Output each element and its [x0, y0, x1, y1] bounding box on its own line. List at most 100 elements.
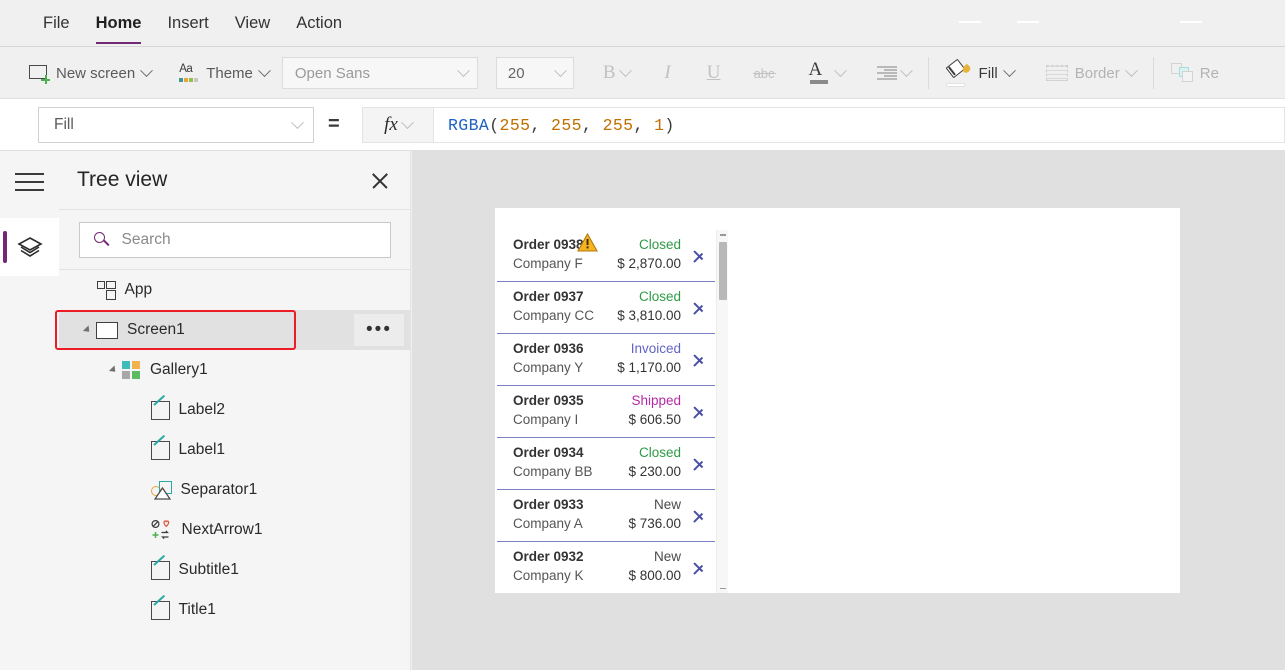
fx-button[interactable]: fx	[362, 107, 434, 143]
tree-item-screen1[interactable]: Screen1 •••	[55, 310, 410, 350]
tree-item-label2[interactable]: Label2	[59, 390, 410, 430]
window-minimize-mark[interactable]	[959, 21, 981, 23]
rail-tab-tree-view[interactable]	[0, 218, 59, 276]
bold-button[interactable]: B	[596, 56, 637, 90]
status-badge: Closed	[638, 445, 681, 460]
gallery-row-left: Order 0932 Company K	[513, 547, 584, 585]
fill-label: Fill	[978, 64, 998, 82]
order-title: Order 0932	[513, 549, 584, 564]
scroll-up-arrow-icon[interactable]	[720, 234, 726, 236]
border-label: Border	[1074, 64, 1120, 82]
tree-item-subtitle1[interactable]: Subtitle1	[59, 550, 410, 590]
reorder-label: Re	[1199, 64, 1219, 82]
next-arrow-icon[interactable]	[694, 246, 707, 266]
gallery-row[interactable]: Order 0937 Company CC Closed $ 3,810.00	[497, 282, 715, 334]
order-amount: $ 2,870.00	[617, 256, 681, 271]
order-title: Order 0938	[513, 237, 584, 252]
app-screen-canvas[interactable]: Order 0938 Company F Closed $ 2,870.00 Order…	[495, 208, 1180, 593]
next-arrow-icon[interactable]	[694, 558, 707, 578]
tree-item-app[interactable]: App	[59, 270, 410, 310]
label-icon	[150, 394, 170, 420]
formula-function-name: RGBA	[448, 115, 490, 135]
new-screen-button[interactable]: New screen	[22, 56, 158, 90]
menu-item-view[interactable]: View	[222, 0, 283, 47]
nextarrow-icon	[150, 519, 173, 540]
strikethrough-button[interactable]: abc	[747, 56, 782, 90]
border-button[interactable]: Border	[1039, 56, 1143, 90]
font-family-value: Open Sans	[294, 64, 370, 82]
order-title: Order 0933	[513, 497, 584, 512]
order-amount: $ 230.00	[628, 464, 681, 479]
order-title: Order 0934	[513, 445, 584, 460]
formula-input[interactable]: RGBA(255, 255, 255, 1)	[434, 107, 1285, 143]
scrollbar-thumb[interactable]	[719, 242, 727, 300]
gallery-row[interactable]: Order 0932 Company K New $ 800.00	[497, 542, 715, 593]
fill-button[interactable]: Fill	[939, 56, 1021, 90]
property-select[interactable]: Fill	[38, 107, 314, 143]
hamburger-menu-icon[interactable]	[15, 173, 44, 191]
status-badge: Shipped	[631, 393, 681, 408]
gallery-row[interactable]: Order 0936 Company Y Invoiced $ 1,170.00	[497, 334, 715, 386]
next-arrow-icon[interactable]	[694, 350, 707, 370]
expand-caret-icon[interactable]	[82, 325, 93, 335]
screen-icon	[96, 321, 118, 339]
gallery-row-right: New $ 800.00	[628, 547, 681, 585]
window-close-mark[interactable]	[1180, 21, 1202, 23]
ribbon-toolbar: New screen Aa Theme Open Sans 20 B I U a…	[0, 47, 1285, 99]
chevron-down-icon	[457, 63, 470, 77]
align-icon	[876, 66, 897, 80]
company-subtitle: Company F	[513, 256, 583, 271]
font-color-button[interactable]: A	[802, 56, 852, 90]
menu-item-file[interactable]: File	[30, 0, 83, 47]
border-icon	[1045, 65, 1068, 81]
chevron-down-icon	[258, 63, 271, 77]
gallery-row-left: Order 0938 Company F	[513, 235, 584, 273]
gallery-row-right: Closed $ 230.00	[628, 443, 681, 481]
font-size-select[interactable]: 20	[495, 57, 574, 89]
underline-button[interactable]: U	[699, 56, 729, 90]
font-family-select[interactable]: Open Sans	[281, 57, 478, 89]
gallery-control[interactable]: Order 0938 Company F Closed $ 2,870.00 Order…	[497, 230, 715, 593]
menu-item-home[interactable]: Home	[83, 0, 155, 47]
bold-label: B	[602, 62, 616, 83]
warning-icon[interactable]	[577, 232, 598, 257]
tree-item-gallery1[interactable]: Gallery1	[59, 350, 410, 390]
gallery-row[interactable]: Order 0938 Company F Closed $ 2,870.00	[497, 230, 715, 282]
align-button[interactable]	[870, 56, 918, 90]
tree-item-label: App	[124, 281, 153, 298]
gallery-scrollbar[interactable]	[716, 230, 728, 593]
search-icon	[93, 231, 110, 248]
next-arrow-icon[interactable]	[694, 454, 707, 474]
next-arrow-icon[interactable]	[694, 402, 707, 422]
next-arrow-icon[interactable]	[694, 298, 707, 318]
next-arrow-icon[interactable]	[694, 506, 707, 526]
window-maximize-mark[interactable]	[1017, 21, 1039, 23]
order-amount: $ 3,810.00	[617, 308, 681, 323]
menu-item-insert[interactable]: Insert	[154, 0, 221, 47]
reorder-button[interactable]: Re	[1164, 56, 1226, 90]
tree-item-more-button[interactable]: •••	[354, 314, 404, 346]
order-amount: $ 736.00	[628, 516, 681, 531]
gallery-row-left: Order 0933 Company A	[513, 495, 584, 533]
gallery-row[interactable]: Order 0935 Company I Shipped $ 606.50	[497, 386, 715, 438]
theme-button[interactable]: Aa Theme	[172, 56, 276, 90]
gallery-row-right: New $ 736.00	[628, 495, 681, 533]
scroll-down-arrow-icon[interactable]	[720, 587, 726, 589]
expand-caret-icon[interactable]	[108, 365, 119, 375]
close-icon[interactable]	[370, 170, 390, 190]
tree-item-title1[interactable]: Title1	[59, 590, 410, 630]
left-rail	[0, 151, 59, 670]
formula-arg-3: 1	[654, 115, 665, 135]
tree-item-label1[interactable]: Label1	[59, 430, 410, 470]
search-input[interactable]	[121, 230, 372, 249]
italic-button[interactable]: I	[653, 56, 683, 90]
gallery-row[interactable]: Order 0934 Company BB Closed $ 230.00	[497, 438, 715, 490]
gallery-row[interactable]: Order 0933 Company A New $ 736.00	[497, 490, 715, 542]
status-badge: Closed	[638, 237, 681, 252]
menu-item-action[interactable]: Action	[283, 0, 355, 47]
tree-item-separator1[interactable]: Separator1	[59, 470, 410, 510]
page-title: Tree view	[77, 168, 168, 191]
search-box[interactable]	[78, 221, 391, 258]
reorder-icon	[1170, 63, 1193, 83]
tree-item-nextarrow1[interactable]: NextArrow1	[59, 510, 410, 550]
